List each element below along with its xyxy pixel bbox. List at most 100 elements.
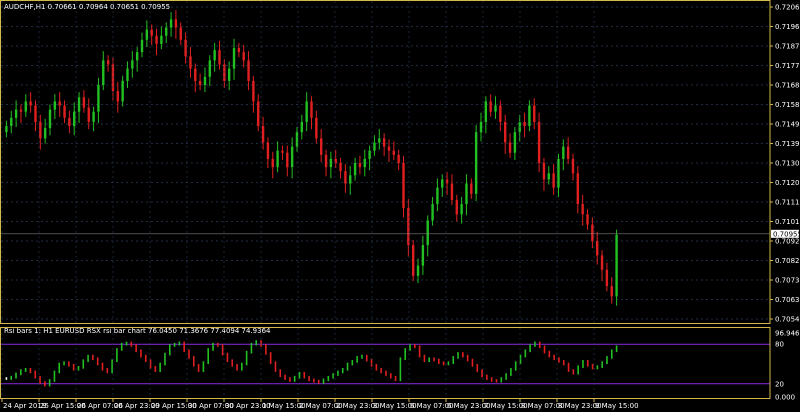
candle-body: [203, 76, 207, 85]
price-tick-label: 0.71205: [775, 179, 800, 187]
price-tick-label: 0.71680: [775, 82, 800, 90]
indicator-tick-label: 0.000: [775, 394, 795, 402]
candle-body: [24, 101, 27, 112]
candle-body: [97, 85, 100, 112]
candle-body: [324, 154, 328, 168]
candle-body: [189, 56, 192, 69]
candle-body: [596, 241, 599, 256]
candle-body: [150, 29, 153, 36]
candle-body: [508, 142, 512, 153]
candle-body: [19, 109, 23, 112]
candle-body: [581, 204, 584, 215]
candle-body: [160, 35, 163, 44]
time-axis: 24 Apr 201925 Apr 15:0026 Apr 07:0026 Ap…: [1, 1, 639, 410]
candle-body: [131, 60, 134, 69]
candle-body: [310, 101, 313, 118]
candle-body: [552, 173, 555, 188]
candle-body: [566, 146, 570, 159]
candle-body: [600, 255, 604, 270]
candle-body: [58, 101, 61, 106]
price-tick-label: 0.71490: [775, 121, 800, 129]
candle-body: [10, 117, 13, 127]
candle-body: [102, 60, 105, 85]
indicator-tick-label: 96.946: [775, 330, 800, 338]
price-tick-label: 0.71395: [775, 140, 800, 148]
candle-body: [179, 27, 182, 40]
time-tick-label: 9 May 15:00: [595, 402, 639, 410]
candle-body: [266, 142, 270, 159]
candle-body: [43, 128, 47, 139]
candle-body: [474, 132, 478, 194]
candle-body: [305, 101, 308, 122]
candle-body: [145, 29, 149, 40]
candle-body: [247, 60, 250, 81]
candle-body: [363, 158, 366, 168]
candle-body: [48, 109, 52, 129]
candle-body: [436, 187, 439, 205]
rsi-bars: [5, 340, 618, 387]
candle-body: [227, 68, 231, 81]
main-price-grid: [1, 6, 770, 320]
price-tick-label: 0.71585: [775, 101, 800, 109]
candle-body: [77, 97, 81, 112]
candle-body: [460, 204, 463, 215]
price-tick-label: 0.70540: [775, 316, 800, 324]
candle-body: [373, 142, 376, 151]
price-tick-label: 0.70825: [775, 257, 800, 265]
candle-body: [421, 245, 425, 266]
price-candles: [5, 10, 618, 306]
candle-body: [537, 121, 541, 163]
price-tick-label: 0.71300: [775, 160, 800, 168]
candle-body: [14, 109, 18, 118]
candle-body: [441, 179, 444, 188]
price-tick-label: 0.71015: [775, 218, 800, 226]
indicator-axis: 96.946 80 20 0.000: [775, 330, 800, 402]
candle-body: [586, 214, 589, 225]
candle-body: [615, 234, 618, 297]
candle-body: [73, 111, 76, 127]
candle-body: [319, 138, 323, 155]
candle-body: [295, 132, 299, 147]
price-tick-label: 0.71775: [775, 62, 800, 70]
candle-body: [223, 64, 226, 81]
price-tick-label: 0.71870: [775, 43, 800, 51]
candle-body: [450, 183, 454, 200]
candle-body: [174, 19, 178, 28]
candle-body: [194, 68, 197, 81]
price-tick-label: 0.71110: [775, 199, 800, 207]
candle-body: [610, 286, 613, 297]
candle-body: [358, 163, 362, 168]
candle-body: [479, 121, 483, 133]
candle-body: [571, 158, 575, 174]
price-tick-label: 0.71965: [775, 23, 800, 31]
candle-body: [494, 105, 497, 112]
candle-body: [426, 220, 429, 246]
price-tick-label: 0.70920: [775, 238, 800, 246]
candle-body: [353, 163, 357, 176]
candle-body: [290, 146, 294, 168]
candle-body: [562, 146, 565, 159]
candle-body: [63, 105, 66, 118]
price-tick-label: 0.70635: [775, 296, 800, 304]
candle-body: [87, 107, 90, 122]
candle-body: [232, 48, 236, 69]
trading-chart[interactable]: 0.72060 0.71965 0.71870 0.71775 0.71680 0.715…: [0, 0, 800, 412]
candle-body: [455, 199, 458, 215]
candle-body: [402, 163, 405, 209]
candle-body: [329, 158, 333, 168]
candle-body: [533, 105, 536, 122]
candle-body: [499, 105, 502, 122]
candle-body: [547, 173, 550, 180]
candle-body: [576, 173, 580, 205]
candle-body: [378, 138, 381, 143]
price-axis: 0.72060 0.71965 0.71870 0.71775 0.71680 0.715…: [770, 4, 800, 324]
candle-body: [416, 265, 420, 276]
candle-body: [523, 121, 526, 127]
symbol-title: AUDCHF,H1 0.70661 0.70964 0.70651 0.7095…: [4, 3, 170, 11]
indicator-title: Rsi bars 1: H1 EURUSD RSX rsi bar chart …: [4, 327, 271, 335]
candle-body: [140, 39, 144, 53]
candle-body: [489, 101, 492, 112]
candle-body: [557, 158, 560, 188]
candle-body: [339, 163, 342, 172]
candle-body: [513, 132, 517, 153]
